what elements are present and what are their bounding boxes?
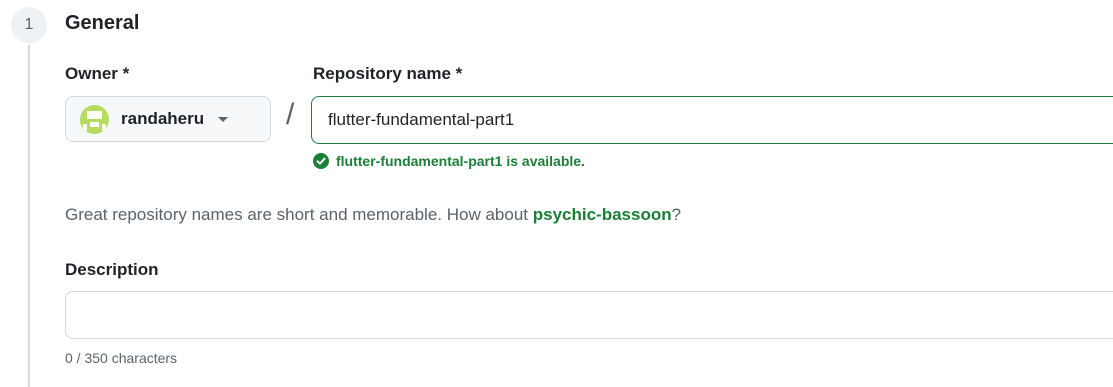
repository-name-input[interactable] — [311, 96, 1113, 144]
hint-suffix: ? — [671, 205, 682, 224]
owner-name: randaheru — [121, 109, 205, 128]
repo-general-section: 1 General Owner * Repository name * rand… — [0, 0, 1113, 387]
hint-prefix: Great repository names are short and mem… — [65, 205, 533, 224]
owner-label: Owner * — [65, 64, 130, 83]
availability-text: flutter-fundamental-part1 is available. — [336, 153, 585, 169]
description-label: Description — [65, 260, 159, 279]
suggested-name-link[interactable]: psychic-bassoon — [533, 205, 672, 224]
step-number-badge: 1 — [11, 7, 47, 43]
description-char-count: 0 / 350 characters — [65, 350, 178, 366]
owner-repo-separator: / — [286, 98, 295, 131]
owner-select-button[interactable]: randaheru — [65, 96, 271, 142]
avatar — [80, 104, 109, 134]
repository-name-label: Repository name * — [313, 64, 463, 83]
availability-message: flutter-fundamental-part1 is available. — [313, 153, 585, 169]
check-circle-icon — [313, 153, 329, 169]
step-connector-line — [28, 45, 30, 387]
description-input[interactable] — [65, 291, 1113, 339]
name-suggestion-hint: Great repository names are short and mem… — [65, 205, 681, 225]
chevron-down-icon — [218, 116, 229, 122]
section-title: General — [65, 12, 140, 34]
